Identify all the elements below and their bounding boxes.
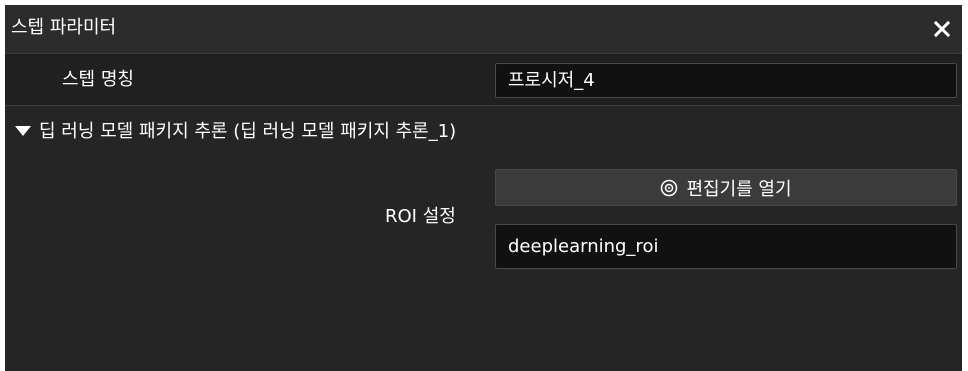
title-bar: 스텝 파라미터 xyxy=(5,5,962,54)
open-editor-button[interactable]: 편집기를 열기 xyxy=(495,169,957,206)
close-button[interactable] xyxy=(928,15,956,43)
step-parameter-panel: 스텝 파라미터 스텝 명칭 프로시저_4 딥 러닝 모델 패키지 추론 (딥 러… xyxy=(5,5,962,371)
step-name-row: 스텝 명칭 프로시저_4 xyxy=(5,54,962,106)
target-icon xyxy=(661,179,678,196)
roi-name-value: deeplearning_roi xyxy=(508,235,659,257)
step-name-field[interactable]: 프로시저_4 xyxy=(495,63,957,98)
open-editor-label: 편집기를 열기 xyxy=(686,178,792,200)
step-name-value: 프로시저_4 xyxy=(508,69,595,91)
roi-setting-label: ROI 설정 xyxy=(385,206,456,227)
close-icon xyxy=(934,21,950,37)
caret-down-icon xyxy=(15,126,31,136)
section-header-dl-inference[interactable]: 딥 러닝 모델 패키지 추론 (딥 러닝 모델 패키지 추론_1) xyxy=(5,106,962,158)
panel-title: 스텝 파라미터 xyxy=(11,17,117,38)
section-title: 딥 러닝 모델 패키지 추론 (딥 러닝 모델 패키지 추론_1) xyxy=(39,121,457,142)
step-name-label: 스텝 명칭 xyxy=(62,69,134,90)
roi-name-field[interactable]: deeplearning_roi xyxy=(495,224,957,269)
